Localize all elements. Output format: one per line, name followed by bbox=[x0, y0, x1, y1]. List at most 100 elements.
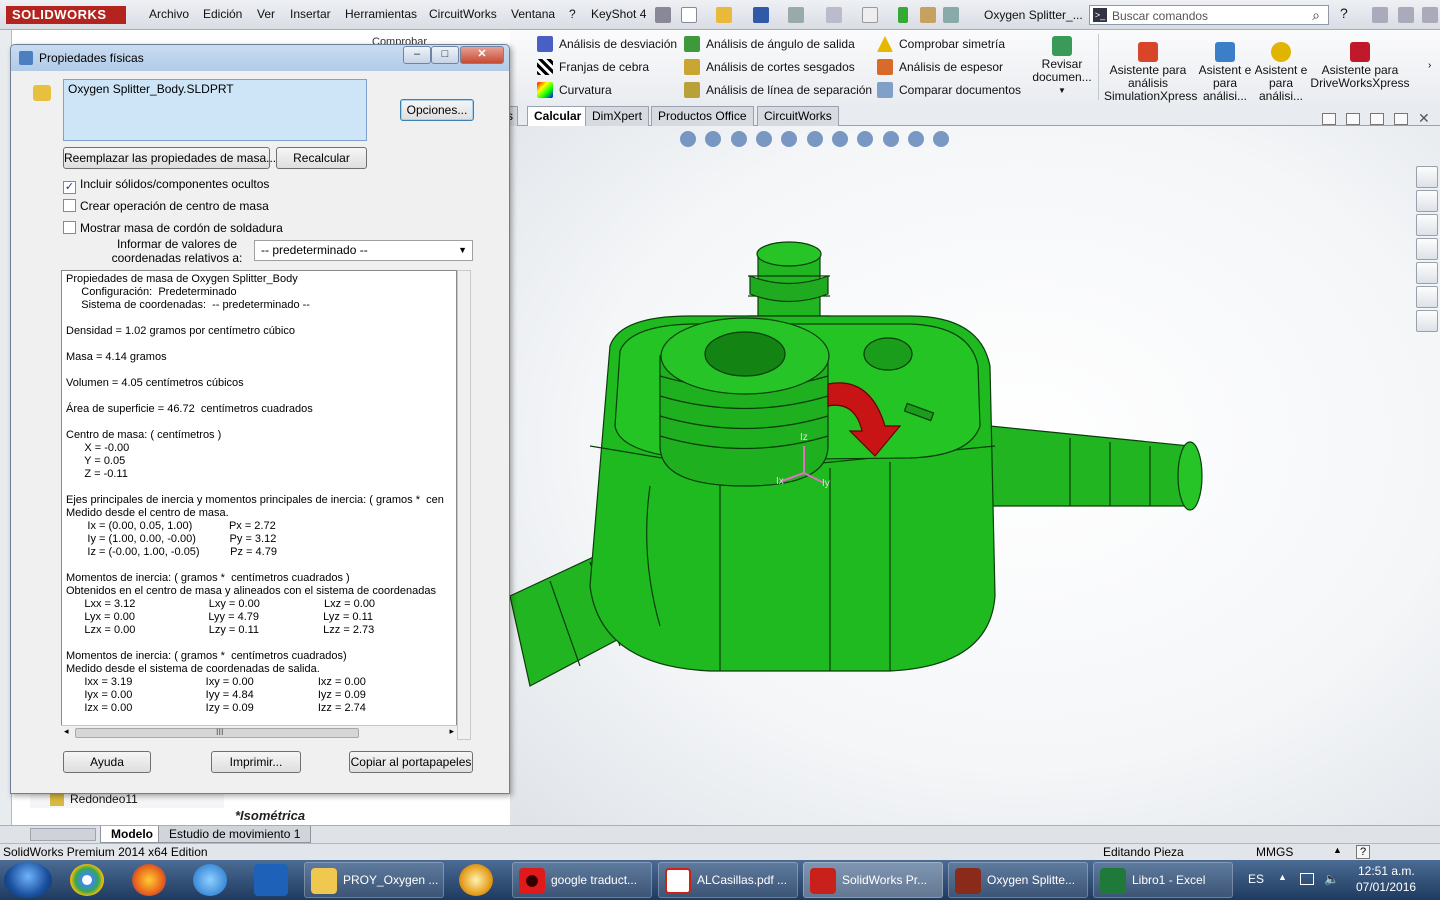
tab-modelo[interactable]: Modelo bbox=[100, 826, 164, 843]
create-center-of-mass-checkbox[interactable]: Crear operación de centro de masa bbox=[63, 199, 269, 213]
taskbar-solidworks[interactable]: SolidWorks Pr... bbox=[803, 862, 943, 898]
checkbox-checked[interactable]: ✓ bbox=[63, 181, 76, 194]
viewport-minimize-icon[interactable] bbox=[1370, 113, 1384, 125]
options-icon[interactable] bbox=[943, 7, 959, 23]
display-style-icon[interactable] bbox=[832, 131, 849, 147]
part-model[interactable] bbox=[510, 126, 1440, 826]
cmd-zebra-stripes[interactable]: Franjas de cebra bbox=[537, 59, 649, 75]
language-indicator[interactable]: ES bbox=[1248, 872, 1264, 886]
cmd-thickness-analysis[interactable]: Análisis de espesor bbox=[877, 59, 1003, 75]
cmd-check-symmetry[interactable]: Comprobar simetría bbox=[877, 36, 1005, 52]
section-view-icon[interactable] bbox=[756, 131, 773, 147]
taskbar-alcasillas-pdf[interactable]: ALCasillas.pdf ... bbox=[658, 862, 798, 898]
options-button[interactable]: Opciones... bbox=[400, 99, 474, 121]
scroll-thumb[interactable]: III bbox=[75, 727, 359, 738]
taskbar-proy-oxygen[interactable]: PROY_Oxygen ... bbox=[304, 862, 444, 898]
task-pane-resources-icon[interactable] bbox=[1416, 166, 1438, 188]
view-settings-icon[interactable] bbox=[933, 131, 950, 147]
dialog-title-bar[interactable]: Propiedades físicas – □ ✕ bbox=[11, 45, 509, 71]
menu-circuitworks[interactable]: CircuitWorks bbox=[429, 7, 497, 21]
cmd-driveworksxpress[interactable]: Asistente para DriveWorksXpress bbox=[1310, 42, 1410, 90]
search-icon[interactable]: ⌕ bbox=[1312, 7, 1320, 24]
hide-show-icon[interactable] bbox=[857, 131, 874, 147]
file-properties-icon[interactable] bbox=[920, 7, 936, 23]
outlook-icon[interactable] bbox=[254, 864, 288, 896]
paint-icon[interactable] bbox=[459, 864, 493, 896]
menu-edicion[interactable]: Edición bbox=[203, 7, 242, 21]
dynamic-annotation-icon[interactable] bbox=[781, 131, 798, 147]
clock-time[interactable]: 12:51 a.m. bbox=[1358, 864, 1415, 878]
cmd-dfmxpress[interactable]: Asistent e para análisi... bbox=[1254, 42, 1308, 103]
show-weld-mass-checkbox[interactable]: Mostrar masa de cordón de soldadura bbox=[63, 221, 283, 235]
cmd-draft-analysis[interactable]: Análisis de ángulo de salida bbox=[684, 36, 855, 52]
task-pane-palette-icon[interactable] bbox=[1416, 262, 1438, 284]
print-button[interactable]: Imprimir... bbox=[211, 751, 301, 773]
save-icon[interactable] bbox=[753, 7, 769, 23]
checkbox[interactable] bbox=[63, 221, 76, 234]
cmd-undercut-analysis[interactable]: Análisis de cortes sesgados bbox=[684, 59, 855, 75]
chevron-right-icon[interactable]: › bbox=[1428, 60, 1431, 71]
restore-icon[interactable] bbox=[1398, 7, 1414, 23]
firefox-icon[interactable] bbox=[132, 864, 166, 896]
status-units[interactable]: MMGS bbox=[1256, 845, 1293, 859]
dialog-minimize-button[interactable]: – bbox=[403, 46, 431, 64]
cmd-compare-documents[interactable]: Comparar documentos bbox=[877, 82, 1021, 98]
chevron-down-icon[interactable]: ▼ bbox=[458, 241, 467, 260]
taskbar-oxygen-splitter[interactable]: Oxygen Splitte... bbox=[948, 862, 1088, 898]
print-icon[interactable] bbox=[788, 7, 804, 23]
task-pane-home-icon[interactable] bbox=[1416, 190, 1438, 212]
dialog-close-button[interactable]: ✕ bbox=[460, 46, 504, 64]
viewport-cascade-icon[interactable] bbox=[1346, 113, 1360, 125]
pin-icon[interactable] bbox=[655, 7, 671, 23]
tab-productos-office[interactable]: Productos Office bbox=[651, 106, 754, 126]
rebuild-icon[interactable] bbox=[898, 7, 908, 23]
tab-circuitworks[interactable]: CircuitWorks bbox=[757, 106, 839, 126]
appearance-icon[interactable] bbox=[882, 131, 899, 147]
undo-icon[interactable] bbox=[826, 7, 842, 23]
previous-view-icon[interactable] bbox=[730, 131, 747, 147]
menu-ventana[interactable]: Ventana bbox=[511, 7, 555, 21]
tab-calcular[interactable]: Calcular bbox=[527, 106, 589, 126]
mass-properties-results[interactable]: Propiedades de masa de Oxygen Splitter_B… bbox=[61, 270, 457, 740]
scroll-left-icon[interactable]: ◂ bbox=[64, 726, 69, 737]
task-pane-appearances-icon[interactable] bbox=[1416, 286, 1438, 308]
select-cursor-icon[interactable] bbox=[862, 7, 878, 23]
open-folder-icon[interactable] bbox=[716, 7, 732, 23]
menu-help[interactable]: ? bbox=[569, 7, 576, 21]
volume-icon[interactable]: 🔈 bbox=[1324, 872, 1339, 886]
cmd-curvature[interactable]: Curvatura bbox=[537, 82, 612, 98]
internet-explorer-icon[interactable] bbox=[193, 864, 227, 896]
help-icon[interactable]: ? bbox=[1340, 5, 1348, 21]
dialog-maximize-button[interactable]: □ bbox=[431, 46, 459, 64]
zoom-area-icon[interactable] bbox=[705, 131, 722, 147]
menu-ver[interactable]: Ver bbox=[257, 7, 275, 21]
tab-estudio-movimiento[interactable]: Estudio de movimiento 1 bbox=[158, 826, 312, 843]
graphics-viewport[interactable]: Iz Ix Iy bbox=[510, 126, 1440, 826]
viewport-close-icon[interactable]: ✕ bbox=[1418, 110, 1430, 127]
selected-items-box[interactable]: Oxygen Splitter_Body.SLDPRT bbox=[63, 79, 367, 141]
recalculate-button[interactable]: Recalcular bbox=[276, 147, 367, 169]
cmd-review-document[interactable]: Revisar documen... ▼ bbox=[1030, 36, 1094, 97]
close-icon[interactable] bbox=[1422, 7, 1438, 23]
checkbox[interactable] bbox=[63, 199, 76, 212]
view-orientation-icon[interactable] bbox=[806, 131, 823, 147]
tab-scroll-arrows[interactable] bbox=[30, 828, 96, 841]
cmd-floxpress[interactable]: Asistent e para análisi... bbox=[1198, 42, 1252, 103]
menu-insertar[interactable]: Insertar bbox=[290, 7, 331, 21]
copy-to-clipboard-button[interactable]: Copiar al portapapeles bbox=[349, 751, 473, 773]
scene-icon[interactable] bbox=[908, 131, 925, 147]
taskbar-excel[interactable]: Libro1 - Excel bbox=[1093, 862, 1233, 898]
cmd-simulationxpress[interactable]: Asistente para análisis SimulationXpress bbox=[1104, 42, 1197, 103]
include-hidden-checkbox[interactable]: ✓ Incluir sólidos/componentes ocultos bbox=[63, 177, 269, 194]
network-icon[interactable] bbox=[1300, 873, 1314, 885]
minimize-icon[interactable] bbox=[1372, 7, 1388, 23]
chrome-icon[interactable] bbox=[70, 864, 104, 896]
coordinate-system-select[interactable]: -- predeterminado -- ▼ bbox=[254, 240, 473, 261]
tab-dimxpert[interactable]: DimXpert bbox=[585, 106, 650, 126]
menu-herramientas[interactable]: Herramientas bbox=[345, 7, 417, 21]
zoom-to-fit-icon[interactable] bbox=[680, 131, 696, 147]
menu-keyshot[interactable]: KeyShot 4 bbox=[591, 7, 646, 21]
status-help-icon[interactable]: ? bbox=[1356, 845, 1370, 859]
replace-mass-properties-button[interactable]: Reemplazar las propiedades de masa... bbox=[63, 147, 276, 169]
cmd-deviation-analysis[interactable]: Análisis de desviación bbox=[537, 36, 677, 52]
